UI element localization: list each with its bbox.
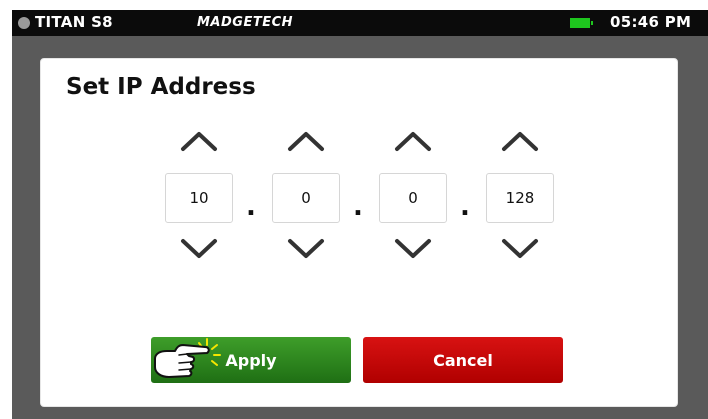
apply-button-label: Apply xyxy=(225,350,277,370)
chevron-down-icon xyxy=(181,239,217,258)
clock: 05:46 PM xyxy=(610,13,692,31)
octet-1-increment-button[interactable] xyxy=(179,129,219,153)
status-indicator-icon xyxy=(18,17,30,29)
chevron-up-icon xyxy=(395,132,431,151)
octet-2-field[interactable]: 0 xyxy=(272,173,340,223)
dialog-title: Set IP Address xyxy=(66,74,256,100)
octet-separator: . xyxy=(460,192,470,222)
octet-4-increment-button[interactable] xyxy=(500,129,540,153)
battery-full-icon xyxy=(570,18,593,28)
status-bar: TITAN S8 MADGETECH 05:46 PM xyxy=(12,10,708,36)
set-ip-dialog: Set IP Address 10 . 0 . 0 . 128 Apply Ca… xyxy=(40,58,678,407)
chevron-down-icon xyxy=(502,239,538,258)
octet-1-field[interactable]: 10 xyxy=(165,173,233,223)
octet-1-decrement-button[interactable] xyxy=(179,237,219,261)
cancel-button-label: Cancel xyxy=(433,350,493,370)
octet-2-increment-button[interactable] xyxy=(286,129,326,153)
chevron-up-icon xyxy=(502,132,538,151)
octet-2: 0 xyxy=(272,129,340,269)
chevron-down-icon xyxy=(395,239,431,258)
octet-separator: . xyxy=(353,192,363,222)
octet-3-field[interactable]: 0 xyxy=(379,173,447,223)
chevron-up-icon xyxy=(288,132,324,151)
octet-3-decrement-button[interactable] xyxy=(393,237,433,261)
apply-button[interactable]: Apply xyxy=(151,337,351,383)
octet-2-decrement-button[interactable] xyxy=(286,237,326,261)
octet-1: 10 xyxy=(165,129,233,269)
chevron-down-icon xyxy=(288,239,324,258)
octet-3-increment-button[interactable] xyxy=(393,129,433,153)
octet-4: 128 xyxy=(486,129,554,269)
chevron-up-icon xyxy=(181,132,217,151)
octet-4-field[interactable]: 128 xyxy=(486,173,554,223)
octet-3: 0 xyxy=(379,129,447,269)
octet-separator: . xyxy=(246,192,256,222)
pointing-hand-icon xyxy=(154,338,221,378)
device-screen: TITAN S8 MADGETECH 05:46 PM Set IP Addre… xyxy=(12,10,708,419)
brand-logo: MADGETECH xyxy=(197,15,294,30)
octet-4-decrement-button[interactable] xyxy=(500,237,540,261)
cancel-button[interactable]: Cancel xyxy=(363,337,563,383)
device-name: TITAN S8 xyxy=(35,13,113,31)
